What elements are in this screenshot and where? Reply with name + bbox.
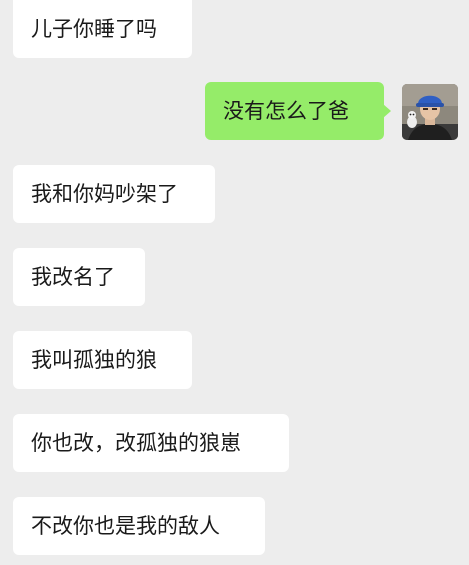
chat-bubble-incoming[interactable]: 我和你妈吵架了 — [13, 165, 215, 223]
chat-bubble-incoming[interactable]: 我叫孤独的狼 — [13, 331, 192, 389]
chat-bubble-incoming[interactable]: 不改你也是我的敌人 — [13, 497, 265, 555]
user-avatar-photo — [402, 84, 458, 140]
chat-bubble-incoming[interactable]: 我改名了 — [13, 248, 145, 306]
chat-area: 儿子你睡了吗 没有怎么了爸 我和你妈吵架了 我改名了 我叫孤独的狼 你也改，改孤… — [0, 0, 469, 565]
chat-bubble-incoming[interactable]: 儿子你睡了吗 — [13, 0, 192, 58]
chat-bubble-incoming[interactable]: 你也改，改孤独的狼崽 — [13, 414, 289, 472]
chat-bubble-outgoing[interactable]: 没有怎么了爸 — [205, 82, 391, 140]
user-avatar[interactable] — [402, 84, 458, 140]
